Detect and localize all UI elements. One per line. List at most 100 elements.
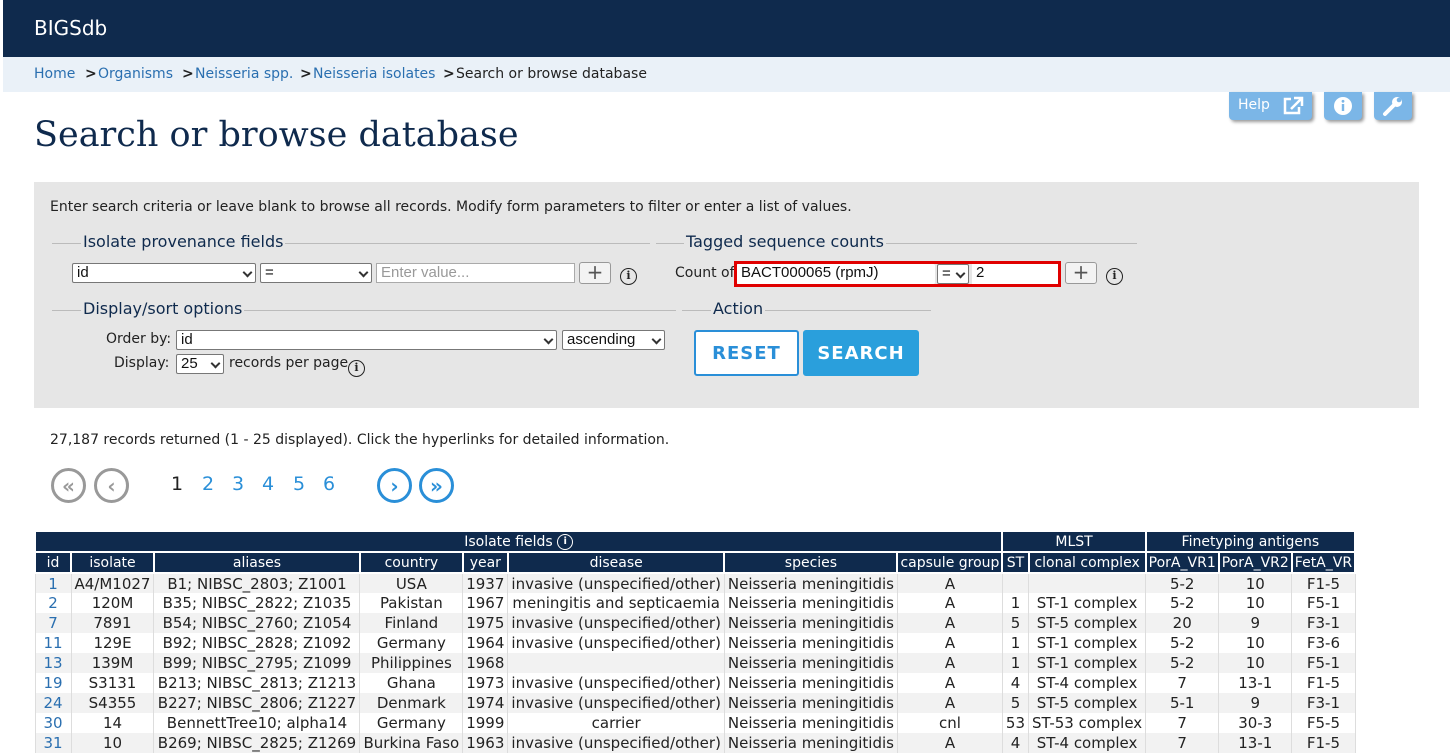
column-header-st[interactable]: ST (1001, 551, 1030, 574)
record-id-link[interactable]: 2 (48, 594, 58, 612)
wrench-icon (1383, 97, 1402, 116)
record-id-link[interactable]: 1 (48, 575, 58, 593)
column-header-year[interactable]: year (461, 551, 509, 574)
plus-icon: + (586, 260, 604, 284)
next-page-button[interactable]: › (377, 468, 412, 503)
provenance-value-input[interactable]: Enter value... (376, 263, 575, 283)
column-header-id[interactable]: id (34, 551, 72, 574)
table-cell: Neisseria meningitidis (723, 573, 898, 593)
table-cell: ST-1 complex (1028, 593, 1147, 613)
table-cell: ST-53 complex (1028, 713, 1147, 733)
provenance-operator-select[interactable]: = (260, 263, 372, 283)
record-id-link[interactable]: 7 (48, 614, 58, 632)
order-by-select[interactable]: id (176, 330, 557, 350)
page-link[interactable]: 6 (323, 473, 335, 495)
table-cell: F3-1 (1291, 693, 1356, 713)
table-group-header-row: Isolate fields i MLST Finetyping antigen… (33, 530, 1357, 553)
table-cell: 13-1 (1218, 733, 1293, 753)
breadcrumb-neisseria-spp[interactable]: Neisseria spp. (195, 66, 293, 82)
last-page-icon: » (430, 474, 443, 498)
breadcrumb-separator: > (85, 66, 97, 82)
table-cell: 20 (1145, 613, 1220, 633)
brand-title[interactable]: BIGSdb (34, 16, 107, 40)
column-header-aliases[interactable]: aliases (152, 551, 361, 574)
add-tagged-field-button[interactable]: + (1065, 262, 1097, 284)
record-id-link[interactable]: 11 (43, 634, 62, 652)
help-button[interactable]: Help (1229, 92, 1312, 120)
page-link[interactable]: 4 (262, 473, 274, 495)
table-cell: 10 (1218, 653, 1293, 673)
table-cell: 5-2 (1145, 573, 1220, 593)
table-cell: 10 (1218, 573, 1293, 593)
table-cell: A (896, 693, 1003, 713)
column-header-feta-vr[interactable]: FetA_VR (1290, 551, 1357, 574)
add-provenance-field-button[interactable]: + (579, 262, 611, 284)
info-icon[interactable]: i (1106, 268, 1123, 285)
record-id-link[interactable]: 30 (43, 714, 62, 732)
page-link[interactable]: 5 (293, 473, 305, 495)
table-cell: A (896, 593, 1003, 613)
table-cell: cnl (896, 713, 1003, 733)
table-cell: 24 (34, 693, 72, 713)
results-table-wrapper: Isolate fields i MLST Finetyping antigen… (33, 530, 1357, 753)
info-button[interactable] (1324, 92, 1362, 120)
column-header-pora-vr2[interactable]: PorA_VR2 (1217, 551, 1293, 574)
table-cell: 7 (1145, 713, 1220, 733)
info-icon[interactable]: i (348, 360, 365, 377)
chevron-down-icon (955, 268, 966, 279)
sort-direction-value: ascending (567, 331, 636, 348)
table-row: 11 129E B92; NIBSC_2828; Z1092 Germany 1964 i… (34, 633, 1356, 653)
provenance-field-select[interactable]: id (72, 263, 256, 283)
column-header-country[interactable]: country (358, 551, 464, 574)
breadcrumb-organisms[interactable]: Organisms (98, 66, 173, 82)
table-cell: B54; NIBSC_2760; Z1054 (153, 613, 361, 633)
sort-direction-select[interactable]: ascending (562, 330, 665, 350)
info-icon[interactable]: i (620, 268, 637, 285)
tagged-locus-select[interactable]: BACT000065 (rpmJ) (737, 264, 935, 284)
table-cell: Germany (359, 633, 464, 653)
table-cell: 53 (1001, 713, 1030, 733)
column-header-species[interactable]: species (723, 551, 899, 574)
table-cell: F1-5 (1291, 573, 1356, 593)
top-navbar: BIGSdb (3, 0, 1450, 57)
table-cell: 1963 (462, 733, 509, 753)
search-instructions: Enter search criteria or leave blank to … (50, 199, 852, 215)
breadcrumb-neisseria-isolates[interactable]: Neisseria isolates (313, 66, 435, 82)
tagged-operator-select[interactable]: = (937, 264, 969, 284)
column-header-capsule-group[interactable]: capsule group (896, 551, 1004, 574)
table-cell: 5-1 (1145, 693, 1220, 713)
table-cell: B99; NIBSC_2795; Z1099 (153, 653, 361, 673)
tagged-value-input[interactable]: 2 (972, 264, 1058, 284)
info-icon[interactable]: i (557, 533, 574, 550)
records-per-page-select[interactable]: 25 (176, 354, 224, 374)
breadcrumb-home[interactable]: Home (34, 66, 75, 82)
table-cell: B227; NIBSC_2806; Z1227 (153, 693, 361, 713)
last-page-button[interactable]: » (419, 468, 454, 503)
page-link[interactable]: 3 (232, 473, 244, 495)
column-header-clonal-complex[interactable]: clonal complex (1027, 551, 1147, 574)
admin-tools-button[interactable] (1374, 92, 1412, 120)
breadcrumb-separator: > (182, 66, 194, 82)
table-cell: Neisseria meningitidis (723, 733, 898, 753)
previous-page-button[interactable]: ‹ (94, 468, 129, 503)
table-cell (1001, 573, 1030, 593)
table-cell: F5-5 (1291, 713, 1356, 733)
record-id-link[interactable]: 24 (43, 694, 62, 712)
table-cell: S4355 (70, 693, 155, 713)
table-cell: invasive (unspecified/other) (507, 693, 725, 713)
search-button[interactable]: SEARCH (803, 330, 919, 376)
reset-button[interactable]: RESET (694, 330, 799, 376)
table-cell: 9 (1218, 613, 1293, 633)
table-cell: ST-1 complex (1028, 633, 1147, 653)
first-page-button[interactable]: « (51, 468, 86, 503)
column-header-pora-vr1[interactable]: PorA_VR1 (1144, 551, 1220, 574)
page-link[interactable]: 2 (202, 473, 214, 495)
tagged-legend: Tagged sequence counts (684, 232, 886, 251)
column-header-isolate[interactable]: isolate (70, 551, 155, 574)
page-title: Search or browse database (34, 115, 519, 155)
results-summary: 27,187 records returned (1 - 25 displaye… (50, 432, 670, 448)
record-id-link[interactable]: 13 (43, 654, 62, 672)
column-header-disease[interactable]: disease (506, 551, 726, 574)
record-id-link[interactable]: 31 (43, 734, 62, 752)
record-id-link[interactable]: 19 (43, 674, 62, 692)
